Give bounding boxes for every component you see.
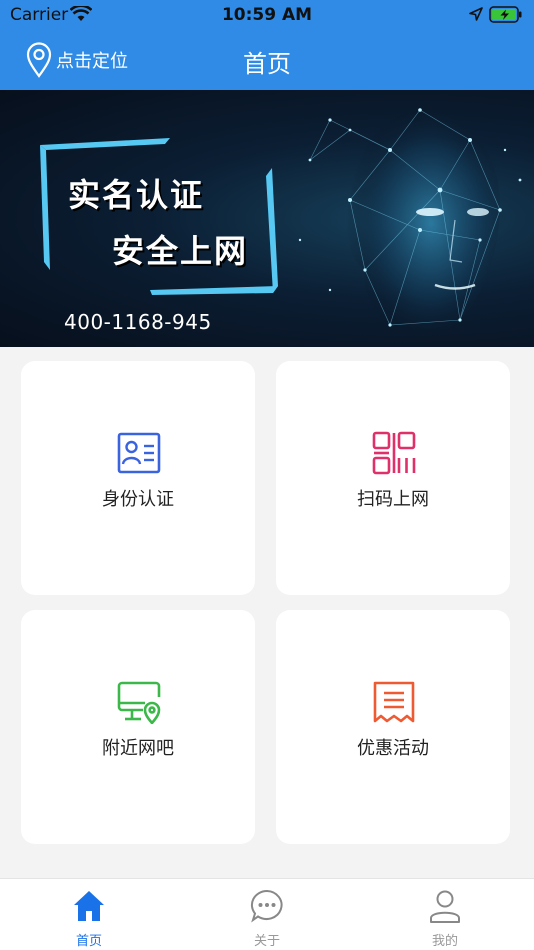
tab-bar: 首页 关于 我的 (0, 878, 534, 950)
qr-code-icon (372, 431, 416, 475)
tab-home[interactable]: 首页 (0, 879, 178, 950)
tab-about[interactable]: 关于 (178, 879, 356, 950)
status-bar: Carrier 10:59 AM (0, 0, 534, 30)
chat-bubble-icon (250, 889, 283, 923)
status-time: 10:59 AM (221, 5, 313, 25)
feature-grid: 身份认证 扫码上网 附近网吧 优惠活动 (0, 347, 534, 878)
card-identity-verification[interactable]: 身份认证 (21, 361, 255, 595)
card-scan-qr[interactable]: 扫码上网 (276, 361, 510, 595)
id-card-icon (117, 432, 161, 474)
monitor-location-icon (117, 681, 161, 724)
user-icon (430, 890, 460, 923)
banner-headline-2: 安全上网 (112, 232, 249, 270)
battery-icon (489, 6, 522, 23)
tab-mine[interactable]: 我的 (356, 879, 534, 950)
location-pin-icon (26, 42, 52, 78)
banner-headline-1: 实名认证 (68, 176, 205, 214)
tab-label: 关于 (253, 934, 280, 949)
location-arrow-icon (469, 7, 483, 21)
card-promotions[interactable]: 优惠活动 (276, 610, 510, 844)
card-label: 优惠活动 (357, 738, 429, 759)
home-icon (74, 891, 104, 921)
card-label: 身份认证 (102, 489, 174, 510)
banner-phone: 400-1168-945 (64, 310, 212, 334)
locate-label: 点击定位 (56, 51, 128, 72)
nav-bar: 点击定位 首页 (0, 30, 534, 90)
promo-banner[interactable]: 实名认证 安全上网 400-1168-945 (0, 90, 534, 347)
tab-label: 我的 (431, 934, 458, 949)
receipt-icon (373, 681, 415, 723)
tab-label: 首页 (75, 934, 102, 949)
digital-face-graphic (298, 108, 522, 336)
card-label: 扫码上网 (357, 489, 429, 510)
card-label: 附近网吧 (102, 738, 174, 759)
banner-frame-graphic (40, 138, 278, 295)
locate-button[interactable]: 点击定位 (26, 42, 128, 78)
card-nearby-cafes[interactable]: 附近网吧 (21, 610, 255, 844)
